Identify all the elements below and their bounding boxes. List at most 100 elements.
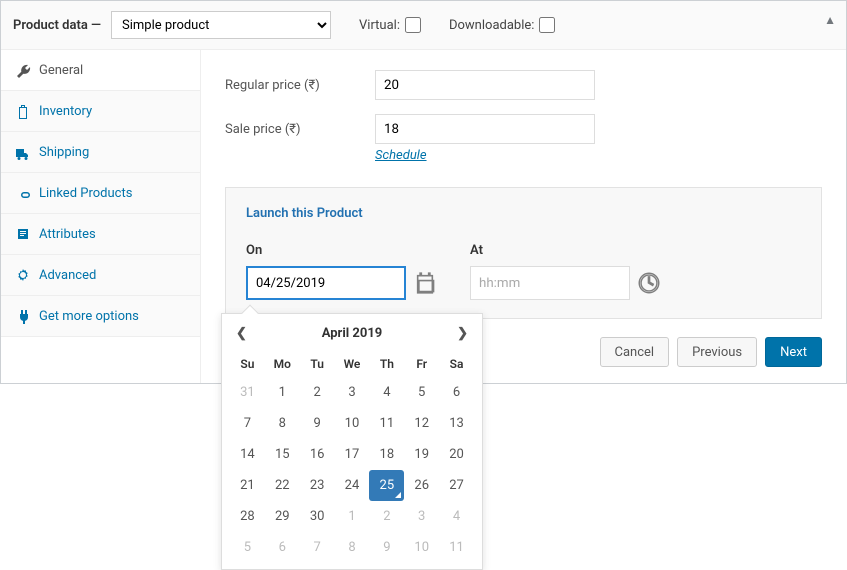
tab-shipping[interactable]: Shipping — [1, 132, 200, 173]
panel-header: Product data — Simple product Virtual: D… — [1, 1, 846, 50]
wrench-icon — [15, 62, 31, 78]
datepicker-day[interactable]: 4 — [369, 377, 404, 408]
datepicker-day[interactable]: 30 — [300, 501, 335, 532]
datepicker-day[interactable]: 15 — [265, 439, 300, 470]
datepicker-day[interactable]: 9 — [300, 408, 335, 439]
tab-general[interactable]: General — [1, 50, 200, 91]
schedule-link[interactable]: Schedule — [375, 148, 427, 163]
tab-label: Advanced — [39, 268, 96, 283]
datepicker-day[interactable]: 25 — [369, 470, 404, 501]
datepicker-day[interactable]: 17 — [335, 439, 370, 470]
datepicker-day[interactable]: 6 — [439, 377, 474, 408]
launch-on-label: On — [246, 243, 436, 258]
calendar-icon[interactable] — [414, 272, 436, 294]
regular-price-input[interactable] — [375, 70, 595, 100]
datepicker-day[interactable]: 20 — [439, 439, 474, 470]
datepicker-grid: SuMoTuWeThFrSa31123456789101112131415161… — [230, 351, 474, 563]
virtual-checkbox-group: Virtual: — [359, 17, 421, 33]
datepicker-day[interactable]: 8 — [265, 408, 300, 439]
datepicker-day[interactable]: 7 — [230, 408, 265, 439]
clipboard-icon — [15, 103, 31, 119]
datepicker-day[interactable]: 2 — [300, 377, 335, 408]
regular-price-label: Regular price (₹) — [225, 78, 375, 93]
datepicker-day[interactable]: 8 — [335, 532, 370, 563]
datepicker-day[interactable]: 13 — [439, 408, 474, 439]
sale-price-label: Sale price (₹) — [225, 122, 375, 137]
cancel-button[interactable]: Cancel — [600, 337, 670, 367]
datepicker-day[interactable]: 1 — [265, 377, 300, 408]
datepicker-day[interactable]: 31 — [230, 377, 265, 408]
datepicker-day[interactable]: 22 — [265, 470, 300, 501]
datepicker-day[interactable]: 11 — [369, 408, 404, 439]
virtual-checkbox[interactable] — [405, 17, 421, 33]
tab-label: Inventory — [39, 104, 92, 119]
downloadable-label: Downloadable: — [449, 18, 534, 33]
datepicker-month[interactable]: April 2019 — [322, 326, 383, 341]
datepicker-day[interactable]: 7 — [300, 532, 335, 563]
virtual-label: Virtual: — [359, 18, 400, 33]
tab-label: Attributes — [39, 227, 96, 242]
datepicker-popup: ❮ April 2019 ❯ SuMoTuWeThFrSa31123456789… — [221, 313, 483, 570]
next-button[interactable]: Next — [765, 337, 822, 367]
tab-label: Shipping — [39, 145, 89, 160]
datepicker-dow: Sa — [439, 351, 474, 377]
datepicker-next[interactable]: ❯ — [457, 326, 468, 341]
tab-attributes[interactable]: Attributes — [1, 214, 200, 255]
datepicker-dow: Tu — [300, 351, 335, 377]
datepicker-day[interactable]: 21 — [230, 470, 265, 501]
tab-label: Linked Products — [39, 186, 132, 201]
datepicker-day[interactable]: 3 — [335, 377, 370, 408]
launch-date-input[interactable] — [246, 266, 406, 300]
sale-price-input[interactable] — [375, 114, 595, 144]
datepicker-dow: Fr — [404, 351, 439, 377]
datepicker-day[interactable]: 29 — [265, 501, 300, 532]
truck-icon — [15, 144, 31, 160]
datepicker-day[interactable]: 19 — [404, 439, 439, 470]
datepicker-day[interactable]: 24 — [335, 470, 370, 501]
datepicker-day[interactable]: 4 — [439, 501, 474, 532]
note-icon — [15, 226, 31, 242]
datepicker-day[interactable]: 5 — [230, 532, 265, 563]
datepicker-day[interactable]: 2 — [369, 501, 404, 532]
datepicker-day[interactable]: 27 — [439, 470, 474, 501]
launch-title: Launch this Product — [246, 206, 801, 221]
datepicker-dow: Su — [230, 351, 265, 377]
tab-get-more-options[interactable]: Get more options — [1, 296, 200, 337]
datepicker-dow: We — [335, 351, 370, 377]
previous-button[interactable]: Previous — [677, 337, 757, 367]
datepicker-day[interactable]: 16 — [300, 439, 335, 470]
tab-inventory[interactable]: Inventory — [1, 91, 200, 132]
datepicker-day[interactable]: 23 — [300, 470, 335, 501]
datepicker-day[interactable]: 9 — [369, 532, 404, 563]
datepicker-day[interactable]: 1 — [335, 501, 370, 532]
datepicker-prev[interactable]: ❮ — [236, 326, 247, 341]
link-icon — [15, 185, 31, 201]
launch-at-label: At — [470, 243, 660, 258]
datepicker-day[interactable]: 6 — [265, 532, 300, 563]
datepicker-day[interactable]: 10 — [335, 408, 370, 439]
product-type-select[interactable]: Simple product — [111, 11, 331, 39]
launch-time-input[interactable] — [470, 266, 630, 300]
tab-label: Get more options — [39, 309, 139, 324]
plugin-icon — [15, 308, 31, 324]
downloadable-checkbox-group: Downloadable: — [449, 17, 555, 33]
tab-label: General — [39, 63, 83, 78]
downloadable-checkbox[interactable] — [539, 17, 555, 33]
product-data-panel: Product data — Simple product Virtual: D… — [0, 0, 847, 384]
datepicker-day[interactable]: 10 — [404, 532, 439, 563]
datepicker-day[interactable]: 28 — [230, 501, 265, 532]
datepicker-day[interactable]: 5 — [404, 377, 439, 408]
launch-box: Launch this Product On At — [225, 187, 822, 319]
datepicker-day[interactable]: 3 — [404, 501, 439, 532]
clock-icon[interactable] — [638, 272, 660, 294]
tab-linked-products[interactable]: Linked Products — [1, 173, 200, 214]
panel-title: Product data — — [13, 18, 101, 33]
collapse-icon[interactable]: ▲ — [824, 13, 836, 27]
datepicker-day[interactable]: 12 — [404, 408, 439, 439]
datepicker-day[interactable]: 14 — [230, 439, 265, 470]
gear-icon — [15, 267, 31, 283]
datepicker-day[interactable]: 18 — [369, 439, 404, 470]
datepicker-day[interactable]: 26 — [404, 470, 439, 501]
datepicker-day[interactable]: 11 — [439, 532, 474, 563]
tab-advanced[interactable]: Advanced — [1, 255, 200, 296]
